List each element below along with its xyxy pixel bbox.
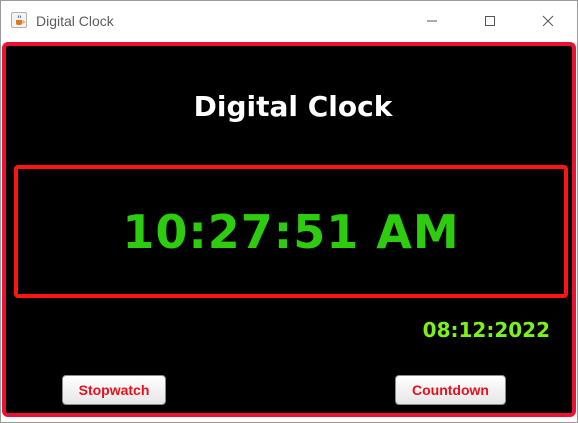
time-display-box: 10:27:51 AM — [14, 165, 568, 298]
clock-panel: Digital Clock 10:27:51 AM 08:12:2022 Sto… — [2, 42, 576, 417]
maximize-button[interactable] — [467, 1, 513, 41]
title-bar[interactable]: Digital Clock — [1, 1, 577, 41]
minimize-button[interactable] — [409, 1, 455, 41]
java-cup-icon — [11, 12, 27, 28]
stopwatch-button[interactable]: Stopwatch — [62, 375, 166, 405]
window-title: Digital Clock — [36, 13, 114, 29]
minimize-icon — [427, 20, 437, 22]
close-button[interactable] — [525, 1, 571, 41]
clock-heading: Digital Clock — [193, 90, 393, 123]
close-icon — [542, 15, 554, 27]
countdown-button[interactable]: Countdown — [395, 375, 506, 405]
maximize-icon — [485, 16, 495, 26]
app-window: Digital Clock Digital Clock 10:27:51 AM … — [0, 0, 578, 423]
date-display: 08:12:2022 — [422, 318, 550, 342]
time-display: 10:27:51 AM — [122, 204, 460, 259]
